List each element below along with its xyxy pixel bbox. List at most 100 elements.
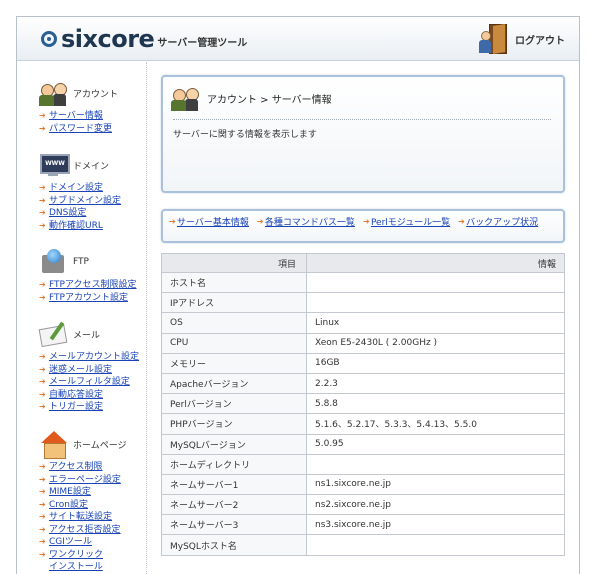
tab-link[interactable]: Perlモジュール一覧 <box>371 215 450 228</box>
sidebar-link[interactable]: アクセス制限 <box>49 461 103 473</box>
sidebar-link[interactable]: サブドメイン設定 <box>49 195 121 207</box>
nav-group-title: アカウント <box>73 89 119 100</box>
arrow-right-icon: ➔ <box>39 280 46 289</box>
sidebar-link[interactable]: DNS設定 <box>49 207 86 219</box>
row-label: ネームサーバー3 <box>161 514 307 536</box>
main-content: アカウント > サーバー情報 サーバーに関する情報を表示します ➔ サーバー基本情… <box>161 75 565 556</box>
sidebar-link[interactable]: トリガー設定 <box>49 401 103 413</box>
sidebar-item-cron[interactable]: ➔ Cron設定 <box>39 499 127 512</box>
sidebar-item-auto-reply[interactable]: ➔ 自動応答設定 <box>39 389 139 402</box>
server-info-table: 項目 情報 ホスト名 IPアドレス OS Linux CPU Xeon E5-2430L … <box>161 253 565 556</box>
table-row: メモリー 16GB <box>161 352 565 374</box>
sidebar-item-subdomain[interactable]: ➔ サブドメイン設定 <box>39 195 121 208</box>
sidebar-item-server-info[interactable]: ➔ サーバー情報 <box>39 110 118 123</box>
arrow-right-icon: ➔ <box>39 487 46 496</box>
tab-link[interactable]: サーバー基本情報 <box>177 215 249 228</box>
sidebar-link[interactable]: 自動応答設定 <box>49 389 103 401</box>
row-value: 2.2.3 <box>306 372 565 395</box>
nav-group-domain: ドメイン ➔ドメイン設定 ➔サブドメイン設定 ➔DNS設定 ➔動作確認URL <box>39 148 121 232</box>
sidebar-item-trigger[interactable]: ➔ トリガー設定 <box>39 401 139 414</box>
sidebar-item-spam[interactable]: ➔ 迷惑メール設定 <box>39 364 139 377</box>
column-header-info: 情報 <box>306 253 565 273</box>
sidebar-link[interactable]: 迷惑メール設定 <box>49 364 112 376</box>
sidebar-item-ftp-account[interactable]: ➔ FTPアカウント設定 <box>39 292 137 305</box>
sidebar-item-one-click[interactable]: ➔ ワンクリック <box>39 549 127 562</box>
sidebar-item-mime[interactable]: ➔ MIME設定 <box>39 486 127 499</box>
sidebar-link[interactable]: CGIツール <box>49 536 92 548</box>
row-label: ホームディレクトリ <box>161 453 307 475</box>
arrow-right-icon: ➔ <box>39 524 46 534</box>
mail-icon <box>39 319 69 349</box>
sidebar-link[interactable]: 動作確認URL <box>49 220 103 232</box>
arrow-right-icon: ➔ <box>458 216 465 226</box>
tab-perl-modules[interactable]: ➔ Perlモジュール一覧 <box>363 215 450 228</box>
arrow-right-icon: ➔ <box>39 499 46 509</box>
arrow-right-icon: ➔ <box>39 389 46 399</box>
sidebar-item-check-url[interactable]: ➔ 動作確認URL <box>39 220 121 233</box>
sidebar-link[interactable]: ドメイン設定 <box>49 182 103 194</box>
table-row: CPU Xeon E5-2430L ( 2.00GHz ) <box>161 332 565 354</box>
logout-label: ログアウト <box>515 35 565 47</box>
sidebar-item-install[interactable]: インストール <box>39 561 127 574</box>
sidebar-item-cgi[interactable]: ➔ CGIツール <box>39 536 127 549</box>
sidebar-link[interactable]: Cron設定 <box>49 499 88 511</box>
arrow-right-icon: ➔ <box>39 537 46 546</box>
row-label: MySQLバージョン <box>161 433 307 455</box>
sidebar-item-access-deny[interactable]: ➔ アクセス拒否設定 <box>39 524 127 537</box>
sidebar-link[interactable]: インストール <box>49 561 103 573</box>
account-icon <box>171 83 201 113</box>
domain-www-icon <box>39 150 70 180</box>
tab-command-paths[interactable]: ➔ 各種コマンドパス一覧 <box>257 215 355 228</box>
row-label: ネームサーバー1 <box>161 473 307 496</box>
sidebar-link[interactable]: FTPアクセス制限設定 <box>49 279 137 291</box>
tab-link[interactable]: バックアップ状況 <box>466 215 538 228</box>
row-value: 5.8.8 <box>306 393 565 415</box>
sidebar-item-mail-filter[interactable]: ➔ メールフィルタ設定 <box>39 376 139 389</box>
sidebar-link[interactable]: FTPアカウント設定 <box>49 292 128 304</box>
sidebar-link[interactable]: パスワード変更 <box>49 123 112 135</box>
logout-button[interactable]: ログアウト <box>477 23 565 55</box>
info-panel: アカウント > サーバー情報 サーバーに関する情報を表示します <box>161 75 565 193</box>
sidebar-item-domain[interactable]: ➔ ドメイン設定 <box>39 182 121 195</box>
row-value: Xeon E5-2430L ( 2.00GHz ) <box>306 332 565 354</box>
arrow-right-icon: ➔ <box>39 220 46 230</box>
tab-backup-status[interactable]: ➔ バックアップ状況 <box>458 215 538 228</box>
sidebar-item-redirect[interactable]: ➔ サイト転送設定 <box>39 511 127 524</box>
row-label: OS <box>161 312 307 334</box>
tab-link[interactable]: 各種コマンドパス一覧 <box>265 215 355 228</box>
sidebar-item-mail-account[interactable]: ➔ メールアカウント設定 <box>39 351 139 364</box>
table-row: OS Linux <box>161 312 565 334</box>
sidebar-link[interactable]: MIME設定 <box>49 486 91 498</box>
nav-group-ftp: FTP ➔ FTPアクセス制限設定 ➔ FTPアカウント設定 <box>39 245 137 304</box>
arrow-right-icon: ➔ <box>39 352 46 361</box>
sidebar-link[interactable]: ワンクリック <box>49 549 103 561</box>
sidebar-item-dns[interactable]: ➔ DNS設定 <box>39 207 121 220</box>
sidebar-item-password[interactable]: ➔ パスワード変更 <box>39 123 118 136</box>
sidebar-link[interactable]: アクセス拒否設定 <box>49 524 121 536</box>
table-row: ホスト名 <box>161 271 565 294</box>
sidebar-item-access-limit[interactable]: ➔ アクセス制限 <box>39 461 127 474</box>
logo-mark-icon <box>41 31 57 47</box>
sidebar-link[interactable]: メールフィルタ設定 <box>49 376 130 388</box>
table-row: ネームサーバー3 ns3.sixcore.ne.jp <box>161 514 565 536</box>
row-label: ホスト名 <box>161 271 307 294</box>
tab-server-basic-info[interactable]: ➔ サーバー基本情報 <box>169 215 249 228</box>
nav-group-title: FTP <box>73 257 89 267</box>
row-value <box>306 534 565 556</box>
breadcrumb: アカウント > サーバー情報 <box>207 94 332 106</box>
logo[interactable]: sixcore サーバー管理ツール <box>41 25 247 53</box>
sidebar-link[interactable]: メールアカウント設定 <box>49 351 139 363</box>
sidebar-item-ftp-access[interactable]: ➔ FTPアクセス制限設定 <box>39 279 137 292</box>
arrow-right-icon: ➔ <box>39 512 46 521</box>
page-description: サーバーに関する情報を表示します <box>173 130 317 140</box>
arrow-right-icon: ➔ <box>39 292 46 302</box>
sidebar-link[interactable]: サーバー情報 <box>49 110 103 122</box>
row-value: 5.0.95 <box>306 433 565 455</box>
sidebar-link[interactable]: サイト転送設定 <box>49 511 112 523</box>
sidebar-item-error-page[interactable]: ➔ エラーページ設定 <box>39 474 127 487</box>
arrow-right-icon: ➔ <box>39 474 46 484</box>
arrow-right-icon: ➔ <box>39 183 46 192</box>
header: sixcore サーバー管理ツール ログアウト <box>17 17 579 61</box>
sidebar-link[interactable]: エラーページ設定 <box>49 474 121 486</box>
table-row: PHPバージョン 5.1.6、5.2.17、5.3.3、5.4.13、5.5.0 <box>161 413 565 435</box>
